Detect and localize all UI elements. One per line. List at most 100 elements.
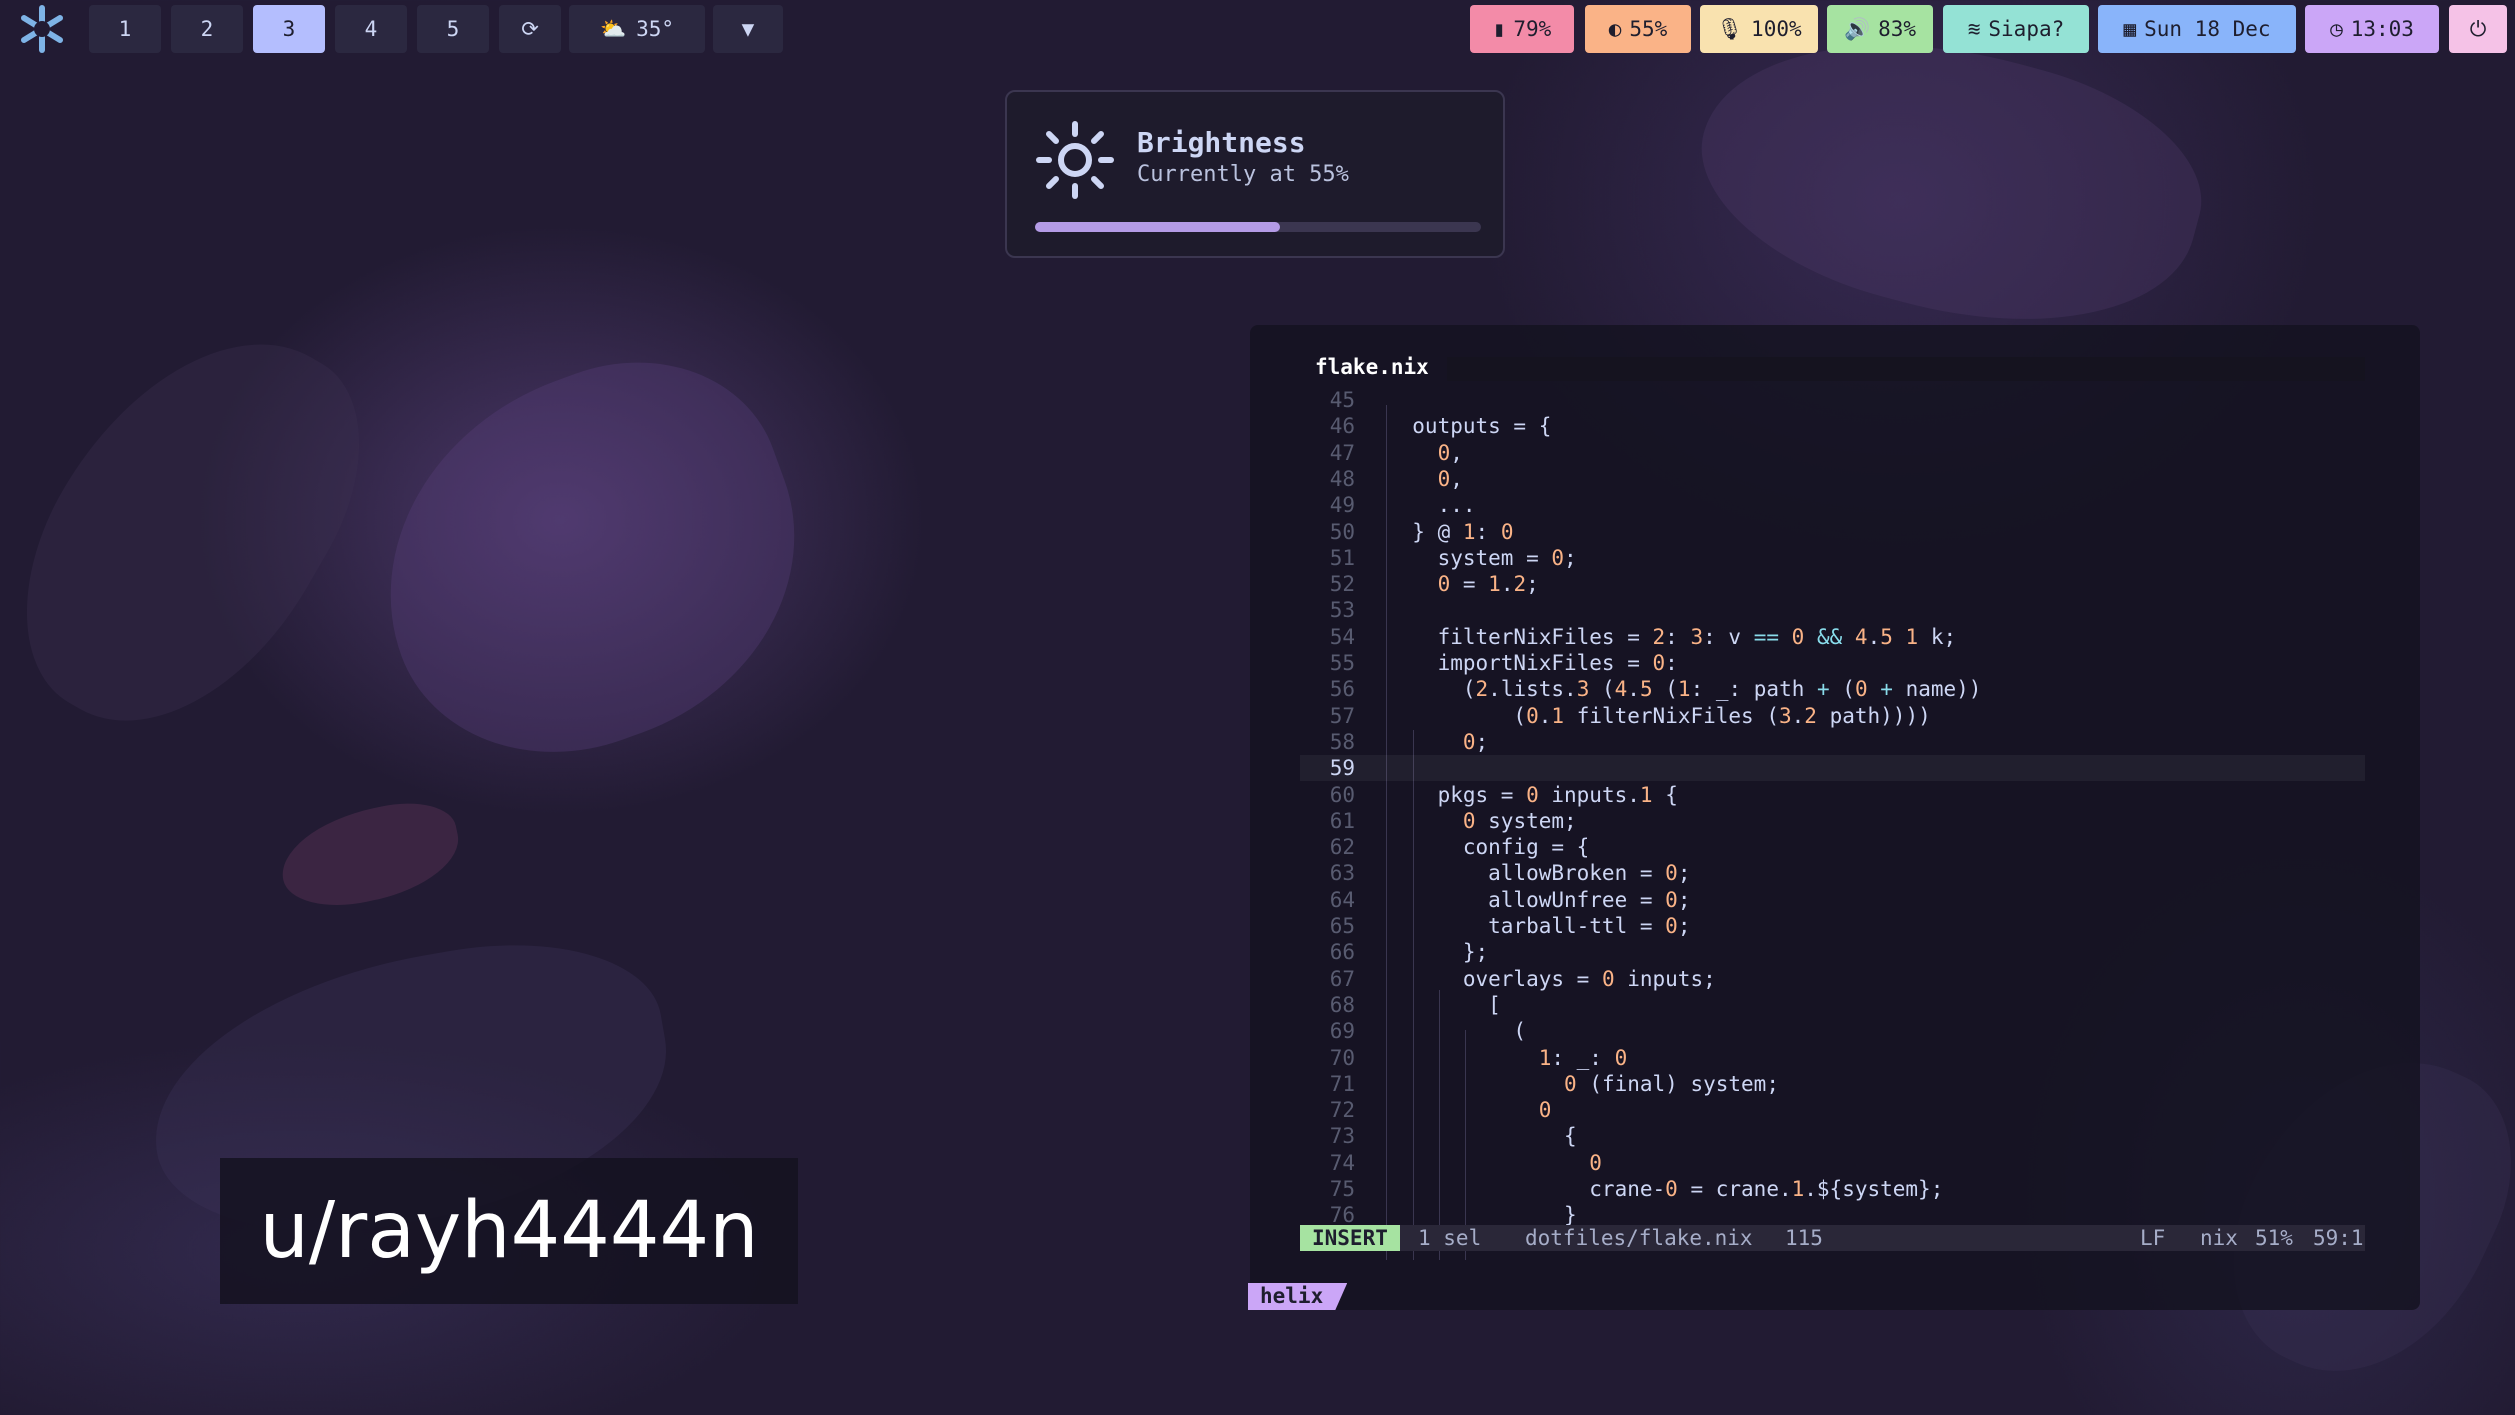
volume-indicator[interactable]: 🔊 83%	[1827, 5, 1933, 53]
code-line[interactable]: 53	[1300, 597, 2365, 623]
wifi-icon: ≋	[1967, 17, 1981, 41]
battery-value: 79%	[1513, 17, 1552, 41]
code-line[interactable]: 51 system = 0;	[1300, 545, 2365, 571]
line-text: config = {	[1387, 835, 1590, 860]
osd-subtitle: Currently at 55%	[1137, 162, 1349, 187]
line-number: 56	[1329, 677, 1355, 702]
volume-value: 83%	[1878, 17, 1917, 41]
brightness-progress-fill	[1035, 222, 1281, 232]
code-line[interactable]: 46 outputs = {	[1300, 413, 2365, 439]
code-line[interactable]: 73 {	[1300, 1123, 2365, 1149]
line-number: 69	[1329, 1019, 1355, 1044]
code-line[interactable]: 60 pkgs = 0 inputs.1 {	[1300, 782, 2365, 808]
line-text: } @ 1: 0	[1387, 519, 1514, 544]
line-number: 66	[1329, 940, 1355, 965]
line-number: 58	[1329, 729, 1355, 754]
line-number: 63	[1329, 861, 1355, 886]
power-icon: ⏻	[2469, 16, 2487, 41]
line-number: 67	[1329, 966, 1355, 991]
date-indicator[interactable]: ▦ Sun 18 Dec	[2098, 5, 2296, 53]
code-line[interactable]: 75 crane-0 = crane.1.${system};	[1300, 1176, 2365, 1202]
code-line[interactable]: 70 1: _: 0	[1300, 1045, 2365, 1071]
line-text: (2.lists.3 (4.5 (1: _: path + (0 + name)…	[1387, 677, 1982, 702]
code-line[interactable]: 65 tarball-ttl = 0;	[1300, 913, 2365, 939]
code-line[interactable]: 58 0;	[1300, 729, 2365, 755]
clock-icon: ◷	[2330, 17, 2343, 41]
workspace-1-button[interactable]: 1	[89, 5, 161, 53]
code-line[interactable]: 47 0,	[1300, 440, 2365, 466]
code-line[interactable]: 45	[1300, 387, 2365, 413]
code-line[interactable]: 67 overlays = 0 inputs;	[1300, 966, 2365, 992]
mic-icon: 🎙	[1716, 16, 1744, 41]
nixos-logo-icon[interactable]	[14, 5, 70, 53]
volume-icon: 🔊	[1843, 16, 1871, 41]
code-line[interactable]: 71 0 (final) system;	[1300, 1071, 2365, 1097]
workspace-2-button[interactable]: 2	[171, 5, 243, 53]
code-line[interactable]: 50 } @ 1: 0	[1300, 519, 2365, 545]
brightness-indicator[interactable]: ◐ 55%	[1585, 5, 1691, 53]
code-line[interactable]: 56 (2.lists.3 (4.5 (1: _: path + (0 + na…	[1300, 676, 2365, 702]
code-line[interactable]: 66 };	[1300, 939, 2365, 965]
line-text: 1: _: 0	[1538, 1045, 1628, 1070]
clock-indicator[interactable]: ◷ 13:03	[2305, 5, 2439, 53]
power-button[interactable]: ⏻	[2449, 5, 2507, 53]
mic-indicator[interactable]: 🎙 100%	[1700, 5, 1818, 53]
line-text: 0	[1538, 1098, 1552, 1123]
line-text: (	[1387, 1019, 1527, 1044]
code-line[interactable]: 48 0,	[1300, 466, 2365, 492]
osd-title: Brightness	[1137, 126, 1306, 159]
wifi-tray-icon[interactable]: ▼	[713, 5, 783, 53]
line-number: 46	[1329, 414, 1355, 439]
calendar-icon: ▦	[2123, 17, 2137, 41]
line-text: tarball-ttl = 0;	[1387, 914, 1691, 938]
workspace-3-button[interactable]: 3	[253, 5, 325, 53]
code-line[interactable]: 62 config = {	[1300, 834, 2365, 860]
line-text: 0,	[1437, 440, 1463, 465]
workspace-5-button[interactable]: 5	[417, 5, 489, 53]
code-line[interactable]: 57 (0.1 filterNixFiles (3.2 path))))	[1300, 703, 2365, 729]
refresh-icon[interactable]: ⟳	[499, 5, 561, 53]
brightness-progress-bar	[1035, 222, 1481, 232]
username-watermark: u/rayh4444n	[220, 1158, 798, 1304]
line-number: 61	[1329, 808, 1355, 833]
line-number: 72	[1329, 1098, 1355, 1123]
line-text: system = 0;	[1387, 545, 1577, 570]
wallpaper-leaf	[0, 283, 408, 777]
code-line[interactable]: 55 importNixFiles = 0:	[1300, 650, 2365, 676]
line-text: filterNixFiles = 2: 3: v == 0 && 4.5 1 k…	[1387, 624, 1957, 649]
code-line[interactable]: 52 0 = 1.2;	[1300, 571, 2365, 597]
code-line[interactable]: 49 ...	[1300, 492, 2365, 518]
line-text: crane-0 = crane.1.${system};	[1387, 1177, 1944, 1201]
cursor-position: 59:1	[2313, 1226, 2364, 1250]
line-number: 74	[1329, 1150, 1355, 1175]
battery-indicator[interactable]: ▮ 79%	[1470, 5, 1574, 53]
weather-widget[interactable]: ⛅ 35°	[569, 5, 705, 53]
code-line[interactable]: 61 0 system;	[1300, 808, 2365, 834]
code-line[interactable]: 63 allowBroken = 0;	[1300, 860, 2365, 886]
code-line[interactable]: 68 [	[1300, 992, 2365, 1018]
line-text: {	[1387, 1124, 1577, 1149]
line-number: 49	[1329, 493, 1355, 518]
file-tab[interactable]: flake.nix	[1315, 355, 1429, 379]
line-number: 55	[1329, 651, 1355, 675]
line-number: 62	[1329, 835, 1355, 860]
code-line[interactable]: 64 allowUnfree = 0;	[1300, 887, 2365, 913]
code-line[interactable]: 72 0	[1300, 1097, 2365, 1123]
code-line[interactable]: 59	[1300, 755, 2365, 782]
wallpaper-leaf	[272, 792, 468, 918]
scroll-percent: 51%	[2255, 1226, 2293, 1250]
workspace-4-button[interactable]: 4	[335, 5, 407, 53]
line-number: 45	[1329, 388, 1355, 412]
battery-icon: ▮	[1492, 17, 1506, 41]
sun-icon	[1036, 121, 1114, 199]
line-text: overlays = 0 inputs;	[1387, 966, 1716, 991]
helix-editor-window[interactable]: flake.nix 45 46 outputs = {47 0, 48 0, 49 .…	[1250, 325, 2420, 1310]
line-text: (0.1 filterNixFiles (3.2 path))))	[1387, 703, 1931, 728]
brightness-osd: Brightness Currently at 55%	[1005, 90, 1505, 258]
line-number: 50	[1329, 519, 1355, 544]
line-text: 0 = 1.2;	[1437, 572, 1539, 597]
code-line[interactable]: 54 filterNixFiles = 2: 3: v == 0 && 4.5 …	[1300, 624, 2365, 650]
code-line[interactable]: 69 (	[1300, 1018, 2365, 1044]
wifi-indicator[interactable]: ≋ Siapa?	[1943, 5, 2089, 53]
code-line[interactable]: 74 0	[1300, 1150, 2365, 1176]
